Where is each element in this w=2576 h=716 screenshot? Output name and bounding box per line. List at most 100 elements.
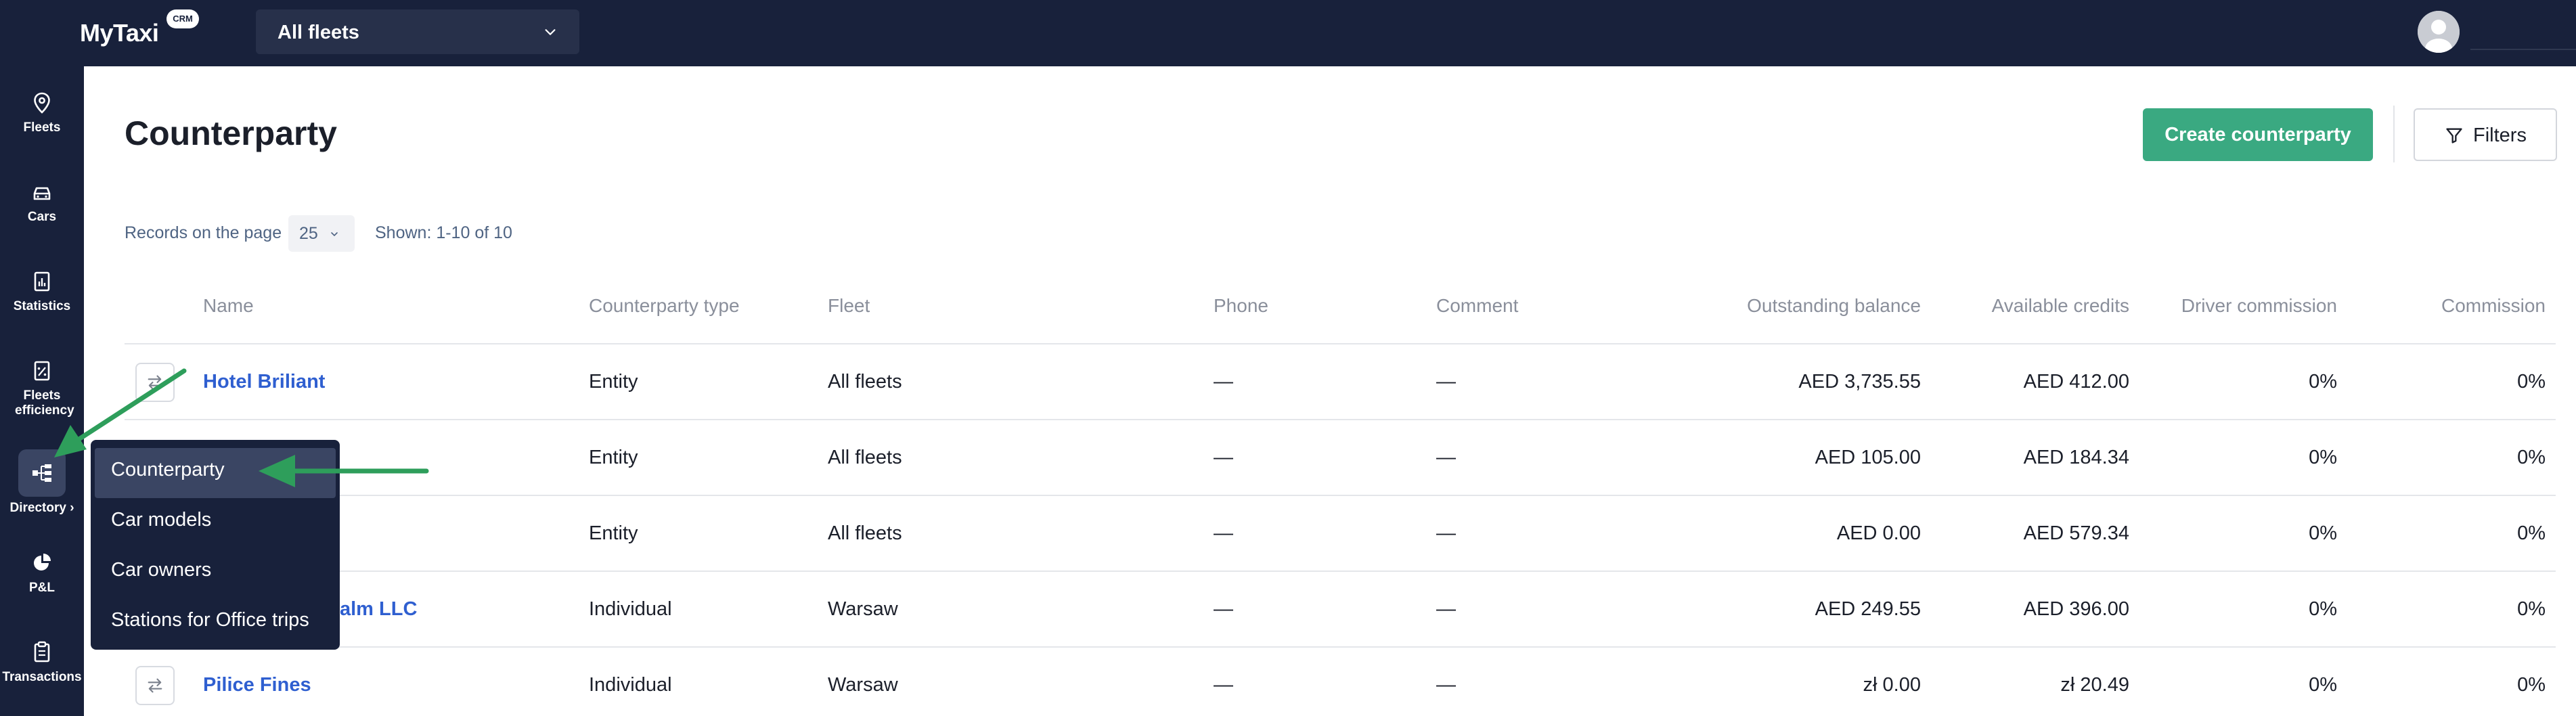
fleet-selector-value: All fleets	[277, 22, 359, 43]
commission: 0%	[2517, 598, 2546, 620]
column-header-outstanding-balance[interactable]: Outstanding balance	[1747, 295, 1921, 317]
outstanding-balance: AED 3,735.55	[1798, 371, 1921, 393]
fleet: All fleets	[828, 371, 902, 393]
fleet: Warsaw	[828, 598, 898, 620]
filter-icon	[2446, 128, 2462, 143]
row-action-button[interactable]	[135, 666, 175, 705]
sidebar: Fleets Cars Statistics Fleets efficiency…	[0, 66, 84, 716]
available-credits: AED 184.34	[2023, 447, 2129, 468]
counterparty-type: Individual	[589, 598, 672, 620]
counterparty-name-link[interactable]: Pilice Fines	[203, 674, 311, 696]
swap-icon	[148, 678, 162, 693]
commission: 0%	[2517, 447, 2546, 468]
outstanding-balance: AED 0.00	[1836, 522, 1921, 544]
user-icon	[2418, 11, 2460, 53]
phone: —	[1214, 598, 1233, 620]
commission: 0%	[2517, 522, 2546, 544]
filters-label: Filters	[2473, 125, 2527, 146]
sidebar-item-pnl[interactable]: P&L	[0, 550, 84, 596]
sidebar-item-label: Fleets efficiency	[15, 388, 74, 418]
user-menu-underline	[2470, 49, 2576, 50]
sidebar-item-label: Fleets	[23, 120, 61, 135]
fleet: All fleets	[828, 522, 902, 544]
counterparty-name-link[interactable]: alm LLC	[340, 598, 417, 621]
records-per-page-value: 25	[299, 224, 318, 243]
sidebar-item-label: Transactions	[2, 670, 82, 684]
menu-item-stations-for-office-trips[interactable]: Stations for Office trips	[91, 598, 340, 648]
chevron-down-icon	[331, 232, 338, 236]
fleet-selector[interactable]: All fleets	[256, 9, 579, 54]
outstanding-balance: AED 249.55	[1815, 598, 1921, 620]
app-logo[interactable]: MyTaxi	[80, 19, 159, 47]
page-title: Counterparty	[125, 114, 337, 152]
map-pin-icon	[34, 92, 50, 114]
sidebar-item-fleets[interactable]: Fleets	[0, 89, 84, 135]
directory-icon-wrap	[18, 449, 66, 497]
column-header-driver-commission[interactable]: Driver commission	[2181, 295, 2337, 317]
phone: —	[1214, 447, 1233, 468]
available-credits: AED 412.00	[2023, 371, 2129, 393]
driver-commission: 0%	[2309, 674, 2337, 696]
comment: —	[1436, 674, 1456, 696]
car-icon	[33, 187, 51, 200]
sidebar-item-label: Statistics	[13, 299, 71, 313]
create-counterparty-button[interactable]: Create counterparty	[2143, 108, 2373, 161]
row-divider	[125, 419, 2556, 420]
row-divider	[125, 646, 2556, 648]
row-divider	[125, 495, 2556, 496]
menu-item-counterparty[interactable]: Counterparty	[95, 448, 336, 498]
menu-item-car-models[interactable]: Car models	[91, 498, 340, 548]
driver-commission: 0%	[2309, 371, 2337, 393]
column-header-counterparty-type[interactable]: Counterparty type	[589, 295, 740, 317]
counterparty-type: Entity	[589, 522, 638, 544]
column-header-name[interactable]: Name	[203, 295, 254, 317]
chevron-right-icon: ›	[70, 501, 74, 515]
phone: —	[1214, 371, 1233, 393]
sidebar-item-transactions[interactable]: Transactions	[0, 639, 84, 685]
counterparty-type: Entity	[589, 371, 638, 393]
directory-icon	[32, 464, 51, 482]
column-header-commission[interactable]: Commission	[2441, 295, 2546, 317]
outstanding-balance: AED 105.00	[1815, 447, 1921, 468]
comment: —	[1436, 522, 1456, 544]
counterparty-type: Individual	[589, 674, 672, 696]
statistics-icon	[34, 271, 50, 292]
column-header-comment[interactable]: Comment	[1436, 295, 1518, 317]
sidebar-item-fleets-efficiency[interactable]: Fleets efficiency	[0, 357, 84, 418]
row-divider	[125, 570, 2556, 572]
pie-chart-icon	[34, 554, 51, 570]
available-credits: AED 579.34	[2023, 522, 2129, 544]
driver-commission: 0%	[2309, 447, 2337, 468]
records-per-page-label: Records on the page	[125, 223, 282, 242]
counterparty-name-link[interactable]: Hotel Briliant	[203, 371, 325, 393]
table-header-divider	[125, 343, 2556, 344]
commission: 0%	[2517, 371, 2546, 393]
column-header-fleet[interactable]: Fleet	[828, 295, 870, 317]
sidebar-item-cars[interactable]: Cars	[0, 179, 84, 225]
user-avatar[interactable]	[2418, 11, 2460, 53]
commission: 0%	[2517, 674, 2546, 696]
fleet: All fleets	[828, 447, 902, 468]
efficiency-icon	[34, 361, 50, 381]
available-credits: AED 396.00	[2023, 598, 2129, 620]
comment: —	[1436, 371, 1456, 393]
column-header-available-credits[interactable]: Available credits	[1992, 295, 2129, 317]
sidebar-item-statistics[interactable]: Statistics	[0, 268, 84, 314]
phone: —	[1214, 674, 1233, 696]
row-action-button[interactable]	[135, 363, 175, 402]
driver-commission: 0%	[2309, 522, 2337, 544]
counterparty-type: Entity	[589, 447, 638, 468]
column-header-phone[interactable]: Phone	[1214, 295, 1268, 317]
crm-badge: CRM	[166, 9, 199, 28]
menu-item-car-owners[interactable]: Car owners	[91, 548, 340, 598]
chevron-down-icon	[545, 29, 556, 35]
records-per-page-select[interactable]: 25	[288, 215, 355, 252]
sidebar-item-directory[interactable]: Directory ›	[0, 449, 84, 516]
filters-button[interactable]: Filters	[2414, 108, 2557, 161]
top-bar: MyTaxi CRM All fleets	[0, 0, 2576, 66]
driver-commission: 0%	[2309, 598, 2337, 620]
shown-count: Shown: 1-10 of 10	[375, 223, 512, 242]
sidebar-item-label: Directory ›	[0, 501, 84, 516]
sidebar-item-label: P&L	[29, 581, 55, 595]
available-credits: zł 20.49	[2060, 674, 2129, 696]
